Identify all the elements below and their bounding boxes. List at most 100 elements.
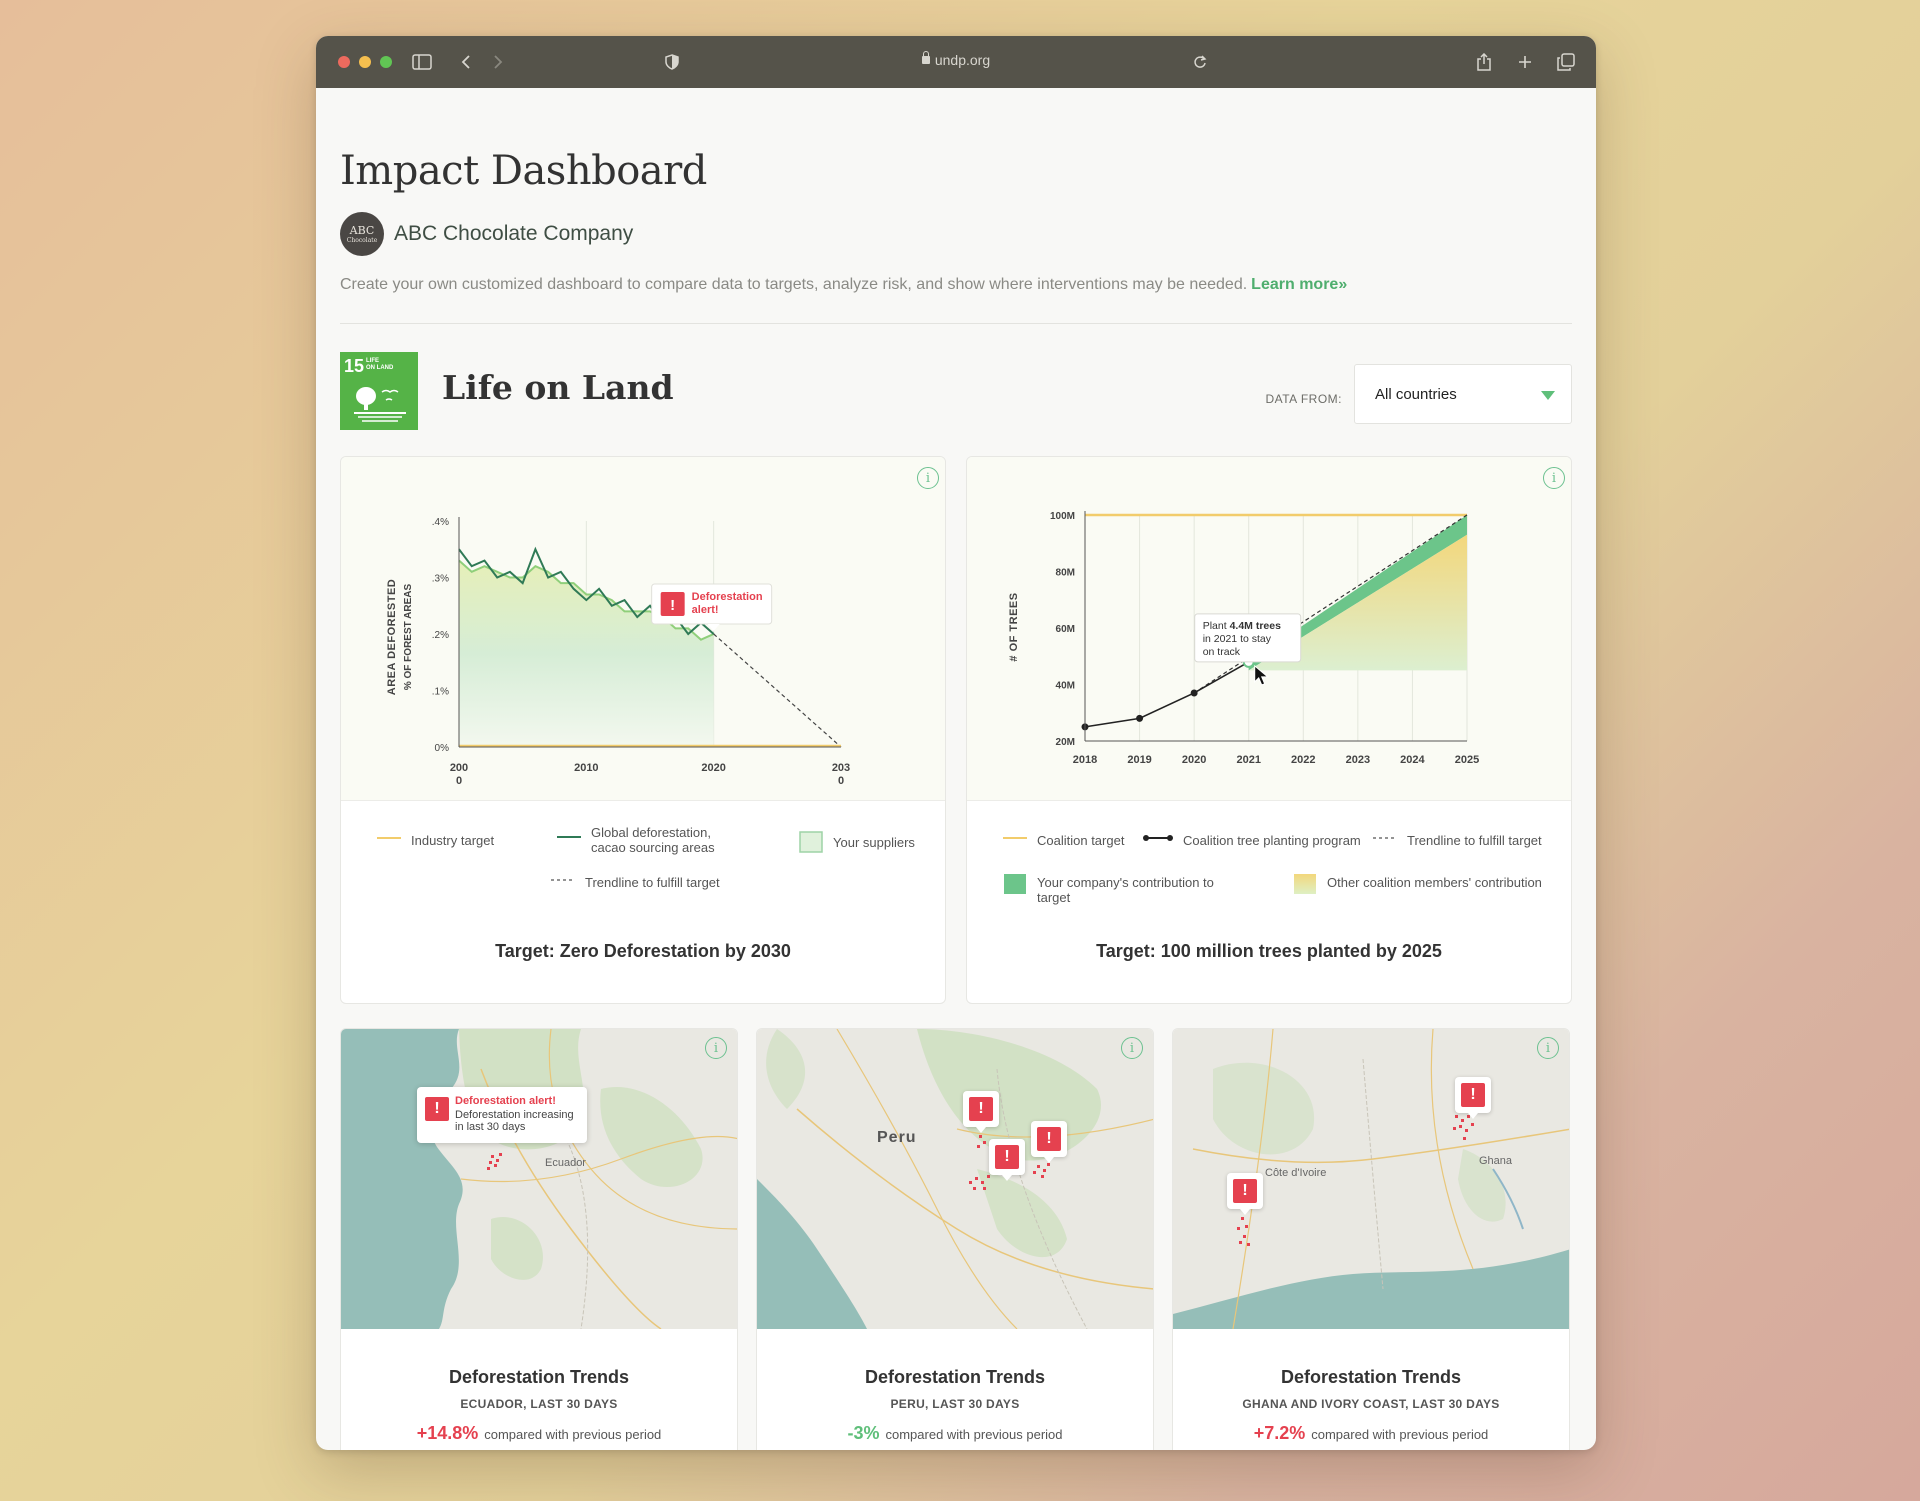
legend-label: Other coalition members' contribution xyxy=(1327,875,1542,890)
url-text: undp.org xyxy=(934,52,991,68)
y-tick-label: 40M xyxy=(1056,681,1075,692)
address-bar[interactable]: undp.org xyxy=(316,51,1596,68)
page-content: Impact Dashboard ABC Chocolate ABC Choco… xyxy=(340,88,1572,1450)
tooltip-text: on track xyxy=(1203,646,1241,658)
map-card-ghana-ivory-coast: Côte d'Ivoire Ghana ! ! i Deforestation … xyxy=(1172,1028,1570,1450)
ecuador-map[interactable]: Ecuador ! Deforestation alert! Deforesta… xyxy=(341,1029,737,1329)
map-card-subtitle: GHANA AND IVORY COAST, LAST 30 DAYS xyxy=(1242,1397,1500,1411)
company-header: ABC Chocolate ABC Chocolate Company xyxy=(340,212,633,256)
data-from-label: DATA FROM: xyxy=(1265,392,1342,406)
map-card-title: Deforestation Trends xyxy=(864,1367,1046,1387)
info-icon[interactable]: i xyxy=(1121,1037,1143,1059)
legend-label: Trendline to fulfill target xyxy=(585,875,720,890)
description-text: Create your own customized dashboard to … xyxy=(340,276,1248,293)
alert-text: Deforestation xyxy=(692,591,763,603)
legend-other-contribution: Other coalition members' contribution xyxy=(1293,873,1542,895)
light-green-swatch-icon xyxy=(799,831,823,853)
dashed-line-icon xyxy=(1373,837,1397,839)
page-description: Create your own customized dashboard to … xyxy=(340,276,1347,294)
info-icon[interactable]: i xyxy=(1537,1037,1559,1059)
map-label-peru: Peru xyxy=(877,1129,917,1146)
map-card-ecuador: Ecuador ! Deforestation alert! Deforesta… xyxy=(340,1028,738,1450)
map-label-ecuador: Ecuador xyxy=(545,1157,586,1169)
tooltip-text-bold: 4.4M trees xyxy=(1230,620,1282,632)
country-select[interactable]: All countries xyxy=(1354,364,1572,424)
reload-icon[interactable] xyxy=(1188,50,1212,74)
y-axis-label: % OF FOREST AREAS xyxy=(403,584,414,691)
page-title: Impact Dashboard xyxy=(340,148,707,194)
legend-global-deforestation: Global deforestation, cacao sourcing area… xyxy=(557,825,715,855)
learn-more-link[interactable]: Learn more» xyxy=(1251,276,1347,293)
chart-area: 100M 80M 60M 40M 20M 2018 2019 2020 2021 2022 2023… xyxy=(967,457,1571,801)
info-icon[interactable]: i xyxy=(705,1037,727,1059)
alert-icon: ! xyxy=(425,1097,449,1121)
map-canvas xyxy=(341,1029,737,1329)
change-suffix: compared with previous period xyxy=(885,1427,1063,1442)
planting-program-point xyxy=(1190,689,1198,697)
dashed-line-icon xyxy=(551,879,575,881)
green-line-icon xyxy=(557,836,581,838)
alert-pin[interactable]: ! xyxy=(1227,1173,1263,1215)
map-label-ghana: Ghana xyxy=(1479,1155,1513,1167)
alert-pin[interactable]: ! xyxy=(1031,1121,1067,1163)
change-suffix: compared with previous period xyxy=(484,1427,662,1442)
company-name: ABC Chocolate Company xyxy=(394,222,634,245)
new-tab-icon[interactable] xyxy=(1513,50,1537,74)
legend-label: Trendline to fulfill target xyxy=(1407,833,1542,848)
chart-target: Target: Zero Deforestation by 2030 xyxy=(495,941,791,961)
x-tick-label: 2010 xyxy=(574,762,598,774)
map-label-ivory-coast: Côte d'Ivoire xyxy=(1265,1167,1327,1179)
yellow-line-icon xyxy=(1003,837,1027,839)
legend-label-line2: cacao sourcing areas xyxy=(591,840,715,855)
y-tick-label: 100M xyxy=(1050,511,1075,522)
tab-overview-icon[interactable] xyxy=(1554,50,1578,74)
x-tick-label: 200 xyxy=(450,762,468,774)
legend-trendline: Trendline to fulfill target xyxy=(551,875,720,890)
change-percent: +14.8% xyxy=(416,1423,479,1443)
legend-label: Coalition target xyxy=(1037,833,1125,848)
x-tick-label: 203 xyxy=(832,762,850,774)
chevron-down-icon xyxy=(1541,391,1555,400)
tooltip-text-part: Plant xyxy=(1203,620,1230,632)
sdg-label: LIFE ON LAND xyxy=(366,358,393,372)
info-icon[interactable]: i xyxy=(917,467,939,489)
yellow-line-icon xyxy=(377,837,401,839)
alert-pin[interactable]: ! xyxy=(1455,1077,1491,1119)
legend-label: Coalition tree planting program xyxy=(1183,833,1361,848)
peru-map[interactable]: Peru ! ! ! xyxy=(757,1029,1153,1329)
map-card-stat: +7.2% compared with previous period xyxy=(1173,1423,1569,1444)
x-tick-label: 2021 xyxy=(1236,754,1260,766)
x-tick-label: 2022 xyxy=(1291,754,1315,766)
logo-subtext: Chocolate xyxy=(346,236,378,244)
legend-label-line2: target xyxy=(1037,890,1071,905)
section-title: Life on Land xyxy=(442,368,674,407)
share-icon[interactable] xyxy=(1472,50,1496,74)
map-card-subtitle: ECUADOR, LAST 30 DAYS xyxy=(460,1397,618,1411)
tooltip-text: Plant 4.4M trees xyxy=(1203,620,1281,632)
planting-program-point xyxy=(1136,714,1144,722)
x-tick-label: 0 xyxy=(838,775,844,787)
alert-icon: ! xyxy=(1037,1127,1061,1151)
legend-planting-program: Coalition tree planting program xyxy=(1143,833,1361,848)
map-card-stat: -3% compared with previous period xyxy=(757,1423,1153,1444)
legend-label-line1: Global deforestation, xyxy=(591,825,711,840)
deforestation-alert-popup[interactable]: ! Deforestation alert! Deforestation inc… xyxy=(417,1087,587,1143)
alert-pin[interactable]: ! xyxy=(989,1139,1025,1181)
legend-industry-target: Industry target xyxy=(377,833,494,848)
y-tick-label: 20M xyxy=(1056,737,1075,748)
x-tick-label: 2023 xyxy=(1346,754,1370,766)
alert-text-line2: in last 30 days xyxy=(455,1121,526,1133)
yellow-swatch-icon xyxy=(1294,874,1316,894)
deforestation-chart: .4%.3%.2%.1%0%2010 202020002030AREA DEFOR… xyxy=(386,517,850,787)
alert-icon: ! xyxy=(995,1145,1019,1169)
sdg-label-line1: LIFE xyxy=(366,358,379,364)
x-tick-label: 2018 xyxy=(1073,754,1097,766)
ghana-ivory-coast-map[interactable]: Côte d'Ivoire Ghana ! ! xyxy=(1173,1029,1569,1329)
alert-icon: ! xyxy=(1461,1083,1485,1107)
x-tick-label: 2024 xyxy=(1400,754,1425,766)
tooltip-text: in 2021 to stay xyxy=(1203,633,1272,645)
trendline xyxy=(713,633,842,748)
info-icon[interactable]: i xyxy=(1543,467,1565,489)
y-tick-label: .2% xyxy=(432,630,449,641)
alert-pin[interactable]: ! xyxy=(963,1091,999,1133)
